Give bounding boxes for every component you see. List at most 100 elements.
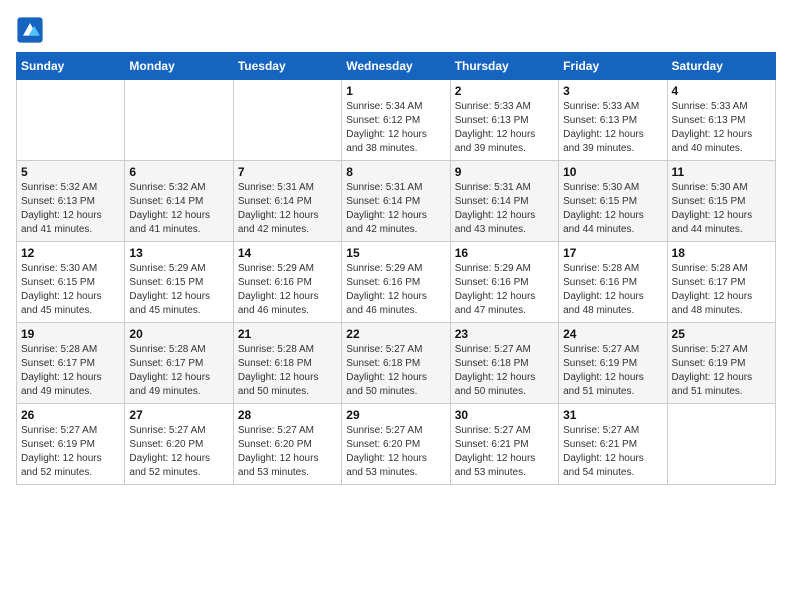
calendar-day-cell [667, 404, 775, 485]
day-number: 9 [455, 165, 554, 179]
day-info: Sunrise: 5:29 AM Sunset: 6:16 PM Dayligh… [455, 262, 554, 318]
day-number: 13 [129, 246, 228, 260]
day-info: Sunrise: 5:27 AM Sunset: 6:20 PM Dayligh… [129, 424, 228, 480]
day-number: 29 [346, 408, 445, 422]
calendar-day-cell: 26 Sunrise: 5:27 AM Sunset: 6:19 PM Dayli… [17, 404, 125, 485]
calendar-day-cell: 1 Sunrise: 5:34 AM Sunset: 6:12 PM Daylig… [342, 80, 450, 161]
weekday-header: Wednesday [342, 53, 450, 80]
day-number: 28 [238, 408, 337, 422]
day-number: 8 [346, 165, 445, 179]
day-number: 10 [563, 165, 662, 179]
calendar-day-cell: 3Sunrise: 5:33 AM Sunset: 6:13 PM Daylig… [559, 80, 667, 161]
day-number: 20 [129, 327, 228, 341]
calendar-day-cell [17, 80, 125, 161]
calendar-week-row: 1 Sunrise: 5:34 AM Sunset: 6:12 PM Daylig… [17, 80, 776, 161]
day-number: 5 [21, 165, 120, 179]
day-number: 26 [21, 408, 120, 422]
day-info: Sunrise: 5:27 AM Sunset: 6:21 PM Dayligh… [563, 424, 662, 480]
day-info: Sunrise: 5:28 AM Sunset: 6:17 PM Dayligh… [672, 262, 771, 318]
calendar-header-row: SundayMondayTuesdayWednesdayThursdayFrid… [17, 53, 776, 80]
day-number: 21 [238, 327, 337, 341]
calendar-day-cell: 21 Sunrise: 5:28 AM Sunset: 6:18 PM Dayli… [233, 323, 341, 404]
day-number: 30 [455, 408, 554, 422]
logo [16, 16, 48, 44]
calendar-table: SundayMondayTuesdayWednesdayThursdayFrid… [16, 52, 776, 485]
calendar-day-cell: 16 Sunrise: 5:29 AM Sunset: 6:16 PM Dayli… [450, 242, 558, 323]
calendar-day-cell: 12 Sunrise: 5:30 AM Sunset: 6:15 PM Dayli… [17, 242, 125, 323]
calendar-day-cell: 18 Sunrise: 5:28 AM Sunset: 6:17 PM Dayli… [667, 242, 775, 323]
day-info: Sunrise: 5:33 AM Sunset: 6:13 PM Dayligh… [672, 100, 771, 156]
calendar-day-cell: 20 Sunrise: 5:28 AM Sunset: 6:17 PM Dayli… [125, 323, 233, 404]
calendar-week-row: 5 Sunrise: 5:32 AM Sunset: 6:13 PM Daylig… [17, 161, 776, 242]
calendar-week-row: 26 Sunrise: 5:27 AM Sunset: 6:19 PM Dayli… [17, 404, 776, 485]
day-info: Sunrise: 5:33 AM Sunset: 6:13 PM Dayligh… [455, 100, 554, 156]
calendar-day-cell: 27 Sunrise: 5:27 AM Sunset: 6:20 PM Dayli… [125, 404, 233, 485]
day-info: Sunrise: 5:32 AM Sunset: 6:13 PM Dayligh… [21, 181, 120, 237]
day-info: Sunrise: 5:31 AM Sunset: 6:14 PM Dayligh… [455, 181, 554, 237]
logo-icon [16, 16, 44, 44]
day-info: Sunrise: 5:31 AM Sunset: 6:14 PM Dayligh… [346, 181, 445, 237]
day-number: 12 [21, 246, 120, 260]
day-info: Sunrise: 5:27 AM Sunset: 6:20 PM Dayligh… [346, 424, 445, 480]
calendar-day-cell: 23Sunrise: 5:27 AM Sunset: 6:18 PM Dayli… [450, 323, 558, 404]
calendar-day-cell: 24 Sunrise: 5:27 AM Sunset: 6:19 PM Dayli… [559, 323, 667, 404]
weekday-header: Friday [559, 53, 667, 80]
calendar-day-cell: 15 Sunrise: 5:29 AM Sunset: 6:16 PM Dayli… [342, 242, 450, 323]
page-header [16, 16, 776, 44]
day-info: Sunrise: 5:27 AM Sunset: 6:18 PM Dayligh… [455, 343, 554, 399]
day-number: 4 [672, 84, 771, 98]
calendar-day-cell: 28 Sunrise: 5:27 AM Sunset: 6:20 PM Dayli… [233, 404, 341, 485]
day-number: 19 [21, 327, 120, 341]
calendar-day-cell: 9 Sunrise: 5:31 AM Sunset: 6:14 PM Daylig… [450, 161, 558, 242]
calendar-day-cell: 8 Sunrise: 5:31 AM Sunset: 6:14 PM Daylig… [342, 161, 450, 242]
calendar-day-cell: 19 Sunrise: 5:28 AM Sunset: 6:17 PM Dayli… [17, 323, 125, 404]
day-number: 7 [238, 165, 337, 179]
day-number: 1 [346, 84, 445, 98]
weekday-header: Tuesday [233, 53, 341, 80]
day-number: 16 [455, 246, 554, 260]
day-number: 18 [672, 246, 771, 260]
calendar-day-cell: 17 Sunrise: 5:28 AM Sunset: 6:16 PM Dayli… [559, 242, 667, 323]
day-info: Sunrise: 5:32 AM Sunset: 6:14 PM Dayligh… [129, 181, 228, 237]
calendar-day-cell: 29 Sunrise: 5:27 AM Sunset: 6:20 PM Dayli… [342, 404, 450, 485]
day-info: Sunrise: 5:27 AM Sunset: 6:20 PM Dayligh… [238, 424, 337, 480]
day-info: Sunrise: 5:27 AM Sunset: 6:19 PM Dayligh… [21, 424, 120, 480]
day-number: 3 [563, 84, 662, 98]
day-number: 6 [129, 165, 228, 179]
day-number: 27 [129, 408, 228, 422]
calendar-day-cell: 4 Sunrise: 5:33 AM Sunset: 6:13 PM Daylig… [667, 80, 775, 161]
calendar-day-cell [125, 80, 233, 161]
calendar-day-cell: 7 Sunrise: 5:31 AM Sunset: 6:14 PM Daylig… [233, 161, 341, 242]
calendar-day-cell: 22 Sunrise: 5:27 AM Sunset: 6:18 PM Dayli… [342, 323, 450, 404]
calendar-day-cell: 13 Sunrise: 5:29 AM Sunset: 6:15 PM Dayli… [125, 242, 233, 323]
day-info: Sunrise: 5:30 AM Sunset: 6:15 PM Dayligh… [21, 262, 120, 318]
day-info: Sunrise: 5:28 AM Sunset: 6:18 PM Dayligh… [238, 343, 337, 399]
day-info: Sunrise: 5:27 AM Sunset: 6:19 PM Dayligh… [563, 343, 662, 399]
calendar-day-cell: 10 Sunrise: 5:30 AM Sunset: 6:15 PM Dayli… [559, 161, 667, 242]
day-info: Sunrise: 5:27 AM Sunset: 6:18 PM Dayligh… [346, 343, 445, 399]
day-info: Sunrise: 5:34 AM Sunset: 6:12 PM Dayligh… [346, 100, 445, 156]
day-info: Sunrise: 5:27 AM Sunset: 6:19 PM Dayligh… [672, 343, 771, 399]
day-info: Sunrise: 5:28 AM Sunset: 6:16 PM Dayligh… [563, 262, 662, 318]
day-number: 31 [563, 408, 662, 422]
day-info: Sunrise: 5:29 AM Sunset: 6:15 PM Dayligh… [129, 262, 228, 318]
weekday-header: Sunday [17, 53, 125, 80]
day-number: 11 [672, 165, 771, 179]
day-info: Sunrise: 5:30 AM Sunset: 6:15 PM Dayligh… [563, 181, 662, 237]
day-number: 2 [455, 84, 554, 98]
calendar-day-cell: 14Sunrise: 5:29 AM Sunset: 6:16 PM Dayli… [233, 242, 341, 323]
calendar-day-cell: 30Sunrise: 5:27 AM Sunset: 6:21 PM Dayli… [450, 404, 558, 485]
weekday-header: Monday [125, 53, 233, 80]
day-number: 24 [563, 327, 662, 341]
weekday-header: Saturday [667, 53, 775, 80]
day-number: 15 [346, 246, 445, 260]
day-info: Sunrise: 5:28 AM Sunset: 6:17 PM Dayligh… [21, 343, 120, 399]
calendar-day-cell: 31 Sunrise: 5:27 AM Sunset: 6:21 PM Dayli… [559, 404, 667, 485]
day-info: Sunrise: 5:29 AM Sunset: 6:16 PM Dayligh… [346, 262, 445, 318]
day-number: 25 [672, 327, 771, 341]
day-number: 14 [238, 246, 337, 260]
day-info: Sunrise: 5:31 AM Sunset: 6:14 PM Dayligh… [238, 181, 337, 237]
day-number: 17 [563, 246, 662, 260]
day-info: Sunrise: 5:28 AM Sunset: 6:17 PM Dayligh… [129, 343, 228, 399]
day-number: 22 [346, 327, 445, 341]
